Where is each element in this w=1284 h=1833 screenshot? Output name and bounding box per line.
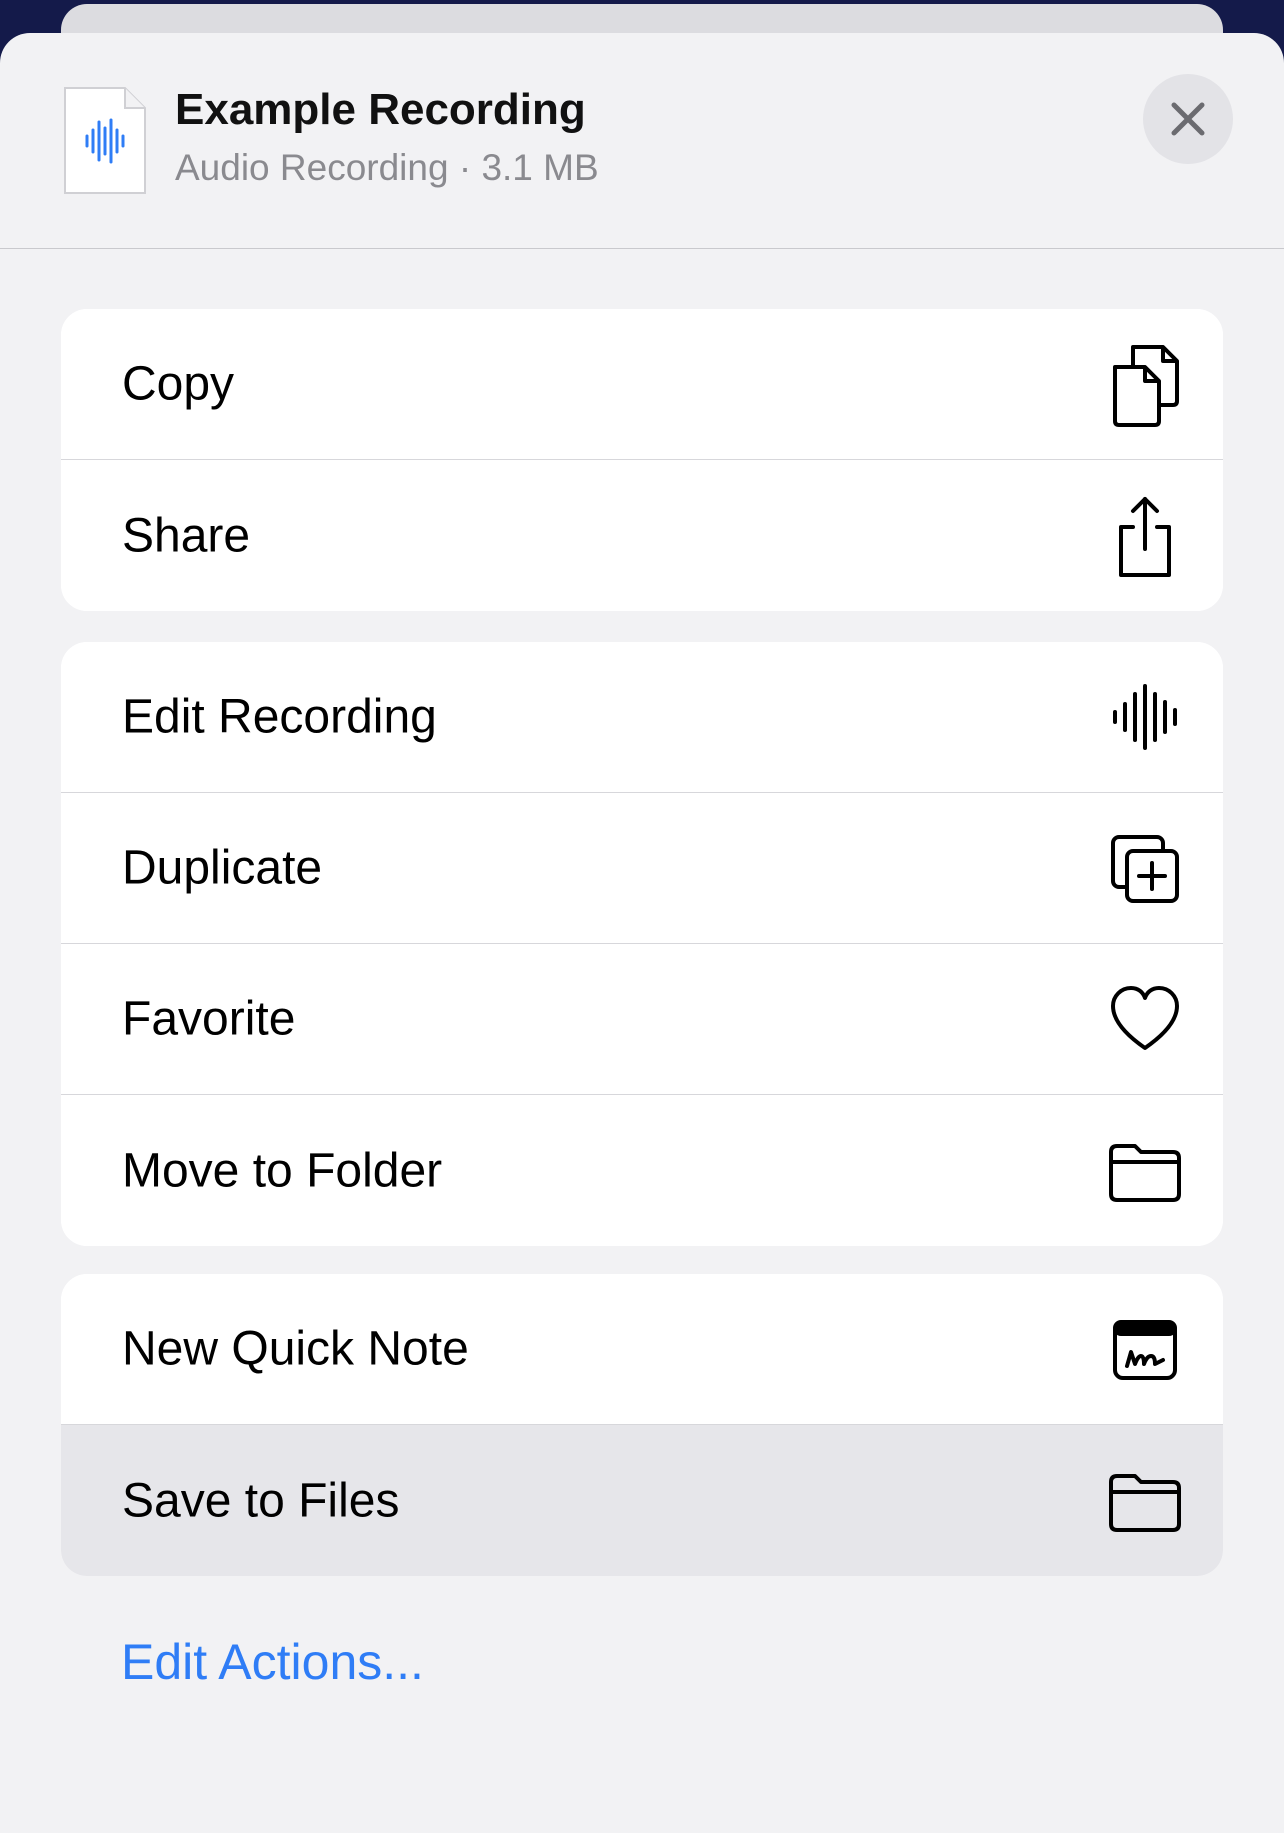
audio-waveform-file-icon [61, 84, 149, 197]
file-title: Example Recording [175, 85, 586, 134]
share-sheet: Example Recording Audio Recording · 3.1 … [0, 33, 1284, 1833]
action-group-3: New Quick Note Save to Files [61, 1274, 1223, 1576]
edit-actions-link[interactable]: Edit Actions... [121, 1633, 424, 1691]
action-group-2: Edit Recording Duplicate Favorite Move t… [61, 642, 1223, 1246]
folder-icon [1107, 1128, 1183, 1214]
heart-icon [1107, 976, 1183, 1062]
duplicate-row[interactable]: Duplicate [61, 793, 1223, 944]
share-row[interactable]: Share [61, 460, 1223, 611]
duplicate-icon [1107, 825, 1183, 911]
row-label: Share [122, 509, 251, 562]
quick-note-icon [1107, 1306, 1183, 1392]
action-group-1: Copy Share [61, 309, 1223, 611]
folder-icon [1107, 1458, 1183, 1544]
waveform-icon [1107, 674, 1183, 760]
edit-recording-row[interactable]: Edit Recording [61, 642, 1223, 793]
sheet-header: Example Recording Audio Recording · 3.1 … [0, 33, 1284, 249]
copy-row[interactable]: Copy [61, 309, 1223, 460]
favorite-row[interactable]: Favorite [61, 944, 1223, 1095]
close-button[interactable] [1143, 74, 1233, 164]
move-to-folder-row[interactable]: Move to Folder [61, 1095, 1223, 1246]
close-icon [1171, 102, 1205, 136]
new-quick-note-row[interactable]: New Quick Note [61, 1274, 1223, 1425]
row-label: Edit Recording [122, 690, 437, 744]
row-label: Copy [122, 357, 235, 411]
share-icon [1107, 493, 1183, 579]
row-label: Favorite [122, 992, 296, 1046]
row-label: Duplicate [122, 841, 323, 895]
row-label: New Quick Note [122, 1322, 469, 1376]
row-label: Save to Files [122, 1474, 400, 1527]
copy-icon [1107, 341, 1183, 427]
row-label: Move to Folder [122, 1144, 443, 1197]
save-to-files-row[interactable]: Save to Files [61, 1425, 1223, 1576]
file-subtitle: Audio Recording · 3.1 MB [175, 147, 599, 188]
